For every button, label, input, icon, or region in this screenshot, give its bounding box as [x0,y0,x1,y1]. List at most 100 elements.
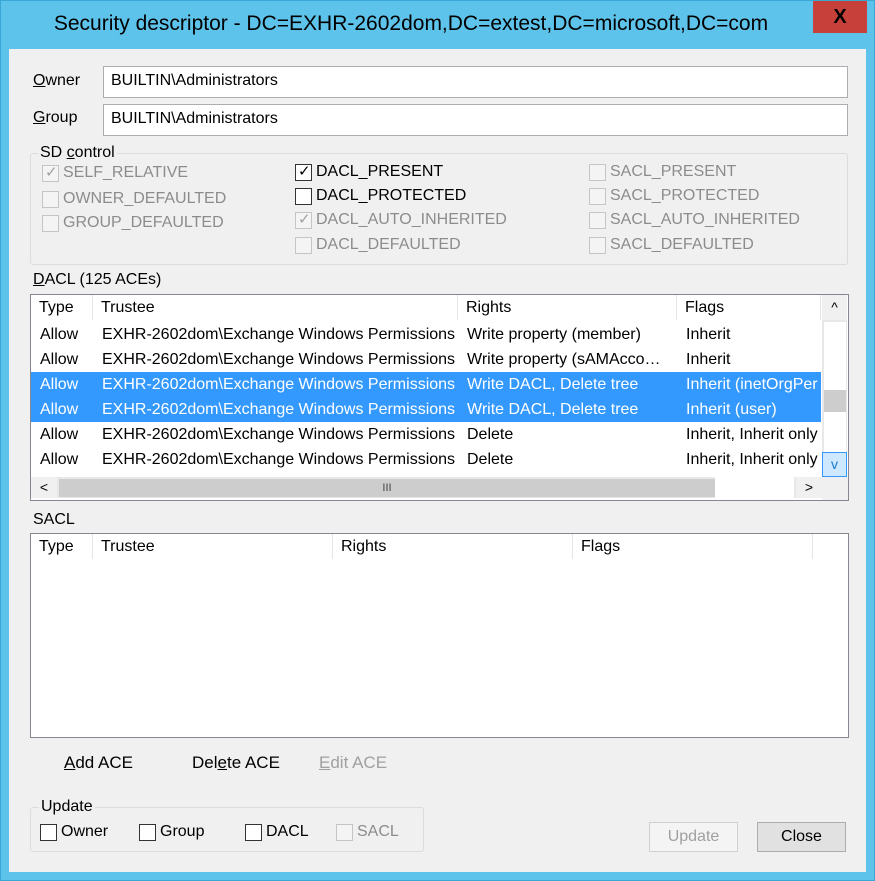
cell-flags: Inherit, Inherit only [686,426,818,443]
update-sacl-checkbox[interactable]: SACL [336,822,399,842]
dacl-list[interactable]: Type Trustee Rights Flags Allow EXHR-260… [30,294,849,501]
checkbox-label: DACL [266,823,309,840]
sacl-list-header: Type Trustee Rights Flags [31,534,813,559]
sacl-defaulted-checkbox[interactable]: SACL_DEFAULTED [589,235,754,255]
checkbox-label: GROUP_DEFAULTED [63,214,224,231]
cell-trustee: EXHR-2602dom\Exchange Windows Permission… [102,326,456,343]
table-row-selected[interactable]: Allow EXHR-2602dom\Exchange Windows Perm… [31,372,821,397]
dacl-list-header: Type Trustee Rights Flags [31,295,821,320]
cell-trustee: EXHR-2602dom\Exchange Windows Permission… [102,401,456,418]
scroll-track[interactable] [715,477,794,498]
dacl-present-checkbox[interactable]: ✓ DACL_PRESENT [295,162,443,182]
group-label: Group [33,109,78,126]
cell-rights: Write DACL, Delete tree [467,376,639,393]
scroll-track[interactable] [824,412,846,452]
checkbox-box: ✓ [42,164,59,182]
column-header-rights[interactable]: Rights [458,295,677,320]
scroll-right-button[interactable]: > [796,477,822,498]
self-relative-checkbox[interactable]: ✓ SELF_RELATIVE [42,163,188,183]
owner-label: Owner [33,72,81,89]
checkbox-box: ✓ [295,211,312,229]
update-group-checkbox[interactable]: Group [139,822,204,842]
cell-type: Allow [40,376,79,393]
cell-type: Allow [40,326,79,343]
checkbox-box [336,823,353,841]
checkbox-box [42,190,59,208]
cell-trustee: EXHR-2602dom\Exchange Windows Permission… [102,451,456,468]
sd-control-title: SD control [38,144,117,162]
scroll-thumb[interactable] [824,390,846,412]
checkbox-box [245,823,262,841]
column-header-flags[interactable]: Flags [677,295,821,320]
dacl-defaulted-checkbox[interactable]: DACL_DEFAULTED [295,235,461,255]
close-button[interactable]: Close [757,822,846,852]
scroll-thumb[interactable]: III [59,479,715,497]
window-title: Security descriptor - DC=EXHR-2602dom,DC… [53,12,769,35]
cell-type: Allow [40,401,79,418]
checkbox-label: SACL_AUTO_INHERITED [610,211,800,228]
checkbox-box [589,163,606,181]
add-ace-button[interactable]: Add ACE [64,753,133,773]
column-header-type[interactable]: Type [31,295,93,320]
checkbox-box [139,823,156,841]
group-field[interactable]: BUILTIN\Administrators [103,104,848,136]
update-dacl-checkbox[interactable]: DACL [245,822,309,842]
dacl-auto-inherited-checkbox[interactable]: ✓ DACL_AUTO_INHERITED [295,210,507,230]
group-defaulted-checkbox[interactable]: GROUP_DEFAULTED [42,213,224,233]
dacl-label: DACL (125 ACEs) [33,271,162,288]
checkbox-box [295,236,312,254]
owner-field[interactable]: BUILTIN\Administrators [103,66,848,98]
update-group-title: Update [39,798,95,816]
table-row[interactable]: Allow EXHR-2602dom\Exchange Windows Perm… [31,347,821,372]
cell-type: Allow [40,426,79,443]
checkbox-label: Owner [61,823,109,840]
checkbox-box [42,214,59,232]
delete-ace-button[interactable]: Delete ACE [192,753,280,773]
sacl-protected-checkbox[interactable]: SACL_PROTECTED [589,186,759,206]
checkbox-box [589,187,606,205]
checkbox-box [295,187,312,205]
checkbox-box [589,211,606,229]
column-header-flags[interactable]: Flags [573,534,813,559]
cell-flags: Inherit, Inherit only [686,451,818,468]
cell-flags: Inherit (user) [686,401,777,418]
update-button[interactable]: Update [649,822,738,852]
title-bar: Security descriptor - DC=EXHR-2602dom,DC… [1,1,874,49]
table-row[interactable]: Allow EXHR-2602dom\Exchange Windows Perm… [31,447,821,472]
checkbox-label: SACL_DEFAULTED [610,236,754,253]
edit-ace-button[interactable]: Edit ACE [319,753,387,773]
cell-rights: Delete [467,426,514,443]
column-header-trustee[interactable]: Trustee [93,295,458,320]
sacl-auto-inherited-checkbox[interactable]: SACL_AUTO_INHERITED [589,210,800,230]
scroll-up-button[interactable]: ^ [822,295,847,320]
scroll-track[interactable] [824,322,846,390]
dacl-vertical-scrollbar[interactable]: ^ v [822,295,847,477]
checkbox-label: OWNER_DEFAULTED [63,190,227,207]
cell-flags: Inherit (inetOrgPer [686,376,818,393]
column-header-type[interactable]: Type [31,534,93,559]
owner-defaulted-checkbox[interactable]: OWNER_DEFAULTED [42,189,226,209]
scroll-left-button[interactable]: < [31,477,57,498]
checkbox-label: SELF_RELATIVE [63,164,189,181]
update-owner-checkbox[interactable]: Owner [40,822,108,842]
checkbox-label: Group [160,823,205,840]
checkbox-box: ✓ [295,163,312,181]
checkbox-label: DACL_DEFAULTED [316,236,461,253]
column-header-rights[interactable]: Rights [333,534,573,559]
dialog-client: Owner BUILTIN\Administrators Group BUILT… [9,49,866,872]
checkbox-label: SACL_PRESENT [610,163,737,180]
dacl-protected-checkbox[interactable]: DACL_PROTECTED [295,186,466,206]
checkbox-label: DACL_PROTECTED [316,187,467,204]
table-row-selected[interactable]: Allow EXHR-2602dom\Exchange Windows Perm… [31,397,821,422]
cell-rights: Write property (member) [467,326,641,343]
sacl-present-checkbox[interactable]: SACL_PRESENT [589,162,736,182]
table-row[interactable]: Allow EXHR-2602dom\Exchange Windows Perm… [31,422,821,447]
scroll-down-button[interactable]: v [822,452,847,477]
close-window-button[interactable]: X [813,1,867,33]
table-row[interactable]: Allow EXHR-2602dom\Exchange Windows Perm… [31,322,821,347]
sacl-list[interactable]: Type Trustee Rights Flags [30,533,849,738]
cell-trustee: EXHR-2602dom\Exchange Windows Permission… [102,426,456,443]
cell-rights: Write property (sAMAcco… [467,351,661,368]
dacl-horizontal-scrollbar[interactable]: < III > [31,477,822,498]
column-header-trustee[interactable]: Trustee [93,534,333,559]
